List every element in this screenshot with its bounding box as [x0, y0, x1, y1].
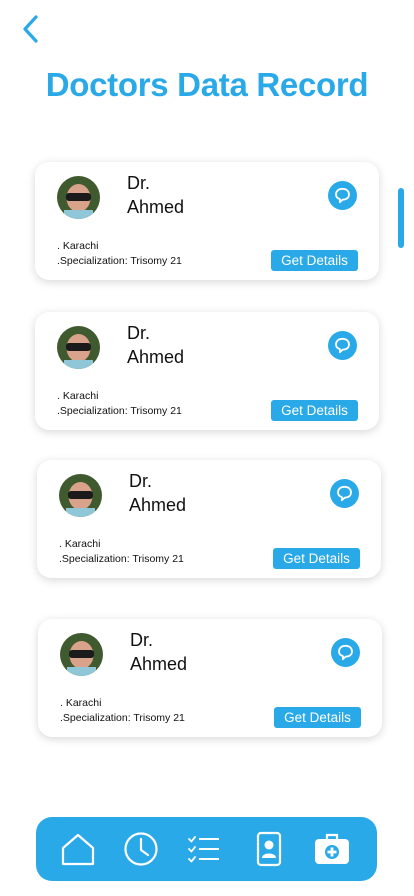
get-details-button[interactable]: Get Details	[273, 548, 360, 569]
get-details-button[interactable]: Get Details	[271, 400, 358, 421]
doctor-title: Dr.	[127, 173, 151, 193]
doctor-avatar	[57, 176, 100, 219]
bottom-nav	[36, 817, 377, 881]
doctor-meta: . Karachi .Specialization: Trisomy 21	[57, 389, 182, 419]
doctor-surname: Ahmed	[127, 197, 185, 217]
nav-medical[interactable]	[314, 831, 350, 867]
doctor-name: Dr. Ahmed	[127, 171, 217, 219]
doctor-specialization: .Specialization: Trisomy 21	[57, 405, 182, 417]
doctor-avatar	[57, 326, 100, 369]
contact-card-icon	[256, 831, 282, 867]
doctor-location: . Karachi	[59, 538, 101, 550]
doctor-location: . Karachi	[60, 697, 102, 709]
doctor-avatar	[60, 633, 103, 676]
page-title: Doctors Data Record	[45, 66, 369, 103]
doctor-card: Dr. Ahmed . Karachi .Specialization: Tri…	[38, 619, 382, 737]
doctor-specialization: .Specialization: Trisomy 21	[59, 553, 184, 565]
doctor-specialization: .Specialization: Trisomy 21	[57, 255, 182, 267]
doctor-name: Dr. Ahmed	[130, 628, 220, 676]
get-details-button[interactable]: Get Details	[274, 707, 361, 728]
doctor-surname: Ahmed	[127, 347, 185, 367]
chat-button[interactable]	[328, 181, 357, 210]
chat-button[interactable]	[328, 331, 357, 360]
doctor-location: . Karachi	[57, 240, 99, 252]
doctor-title: Dr.	[129, 471, 153, 491]
checklist-icon	[188, 836, 219, 863]
doctor-avatar	[59, 474, 102, 517]
chat-button[interactable]	[331, 638, 360, 667]
doctor-location: . Karachi	[57, 390, 99, 402]
doctor-meta: . Karachi .Specialization: Trisomy 21	[57, 239, 182, 269]
back-button[interactable]	[20, 12, 44, 46]
doctor-specialization: .Specialization: Trisomy 21	[60, 712, 185, 724]
doctor-title: Dr.	[130, 630, 154, 650]
home-icon	[61, 833, 95, 866]
nav-contacts[interactable]	[251, 831, 287, 867]
doctor-title: Dr.	[127, 323, 151, 343]
doctor-name: Dr. Ahmed	[129, 469, 219, 517]
chevron-left-icon	[23, 15, 38, 43]
doctor-card: Dr. Ahmed . Karachi .Specialization: Tri…	[35, 312, 379, 430]
nav-home[interactable]	[60, 831, 96, 867]
chat-bubble-icon	[335, 337, 350, 354]
doctor-surname: Ahmed	[130, 654, 188, 674]
doctor-card: Dr. Ahmed . Karachi .Specialization: Tri…	[35, 162, 379, 280]
chat-button[interactable]	[330, 479, 359, 508]
chat-bubble-icon	[338, 644, 353, 661]
chat-bubble-icon	[335, 187, 350, 204]
doctor-meta: . Karachi .Specialization: Trisomy 21	[60, 696, 185, 726]
doctor-meta: . Karachi .Specialization: Trisomy 21	[59, 537, 184, 567]
nav-history[interactable]	[123, 831, 159, 867]
nav-checklist[interactable]	[186, 831, 222, 867]
clock-icon	[124, 832, 158, 866]
doctor-surname: Ahmed	[129, 495, 187, 515]
doctor-card: Dr. Ahmed . Karachi .Specialization: Tri…	[37, 460, 381, 578]
medical-kit-icon	[315, 833, 349, 864]
get-details-button[interactable]: Get Details	[271, 250, 358, 271]
doctor-name: Dr. Ahmed	[127, 321, 217, 369]
chat-bubble-icon	[337, 485, 352, 502]
scrollbar-thumb[interactable]	[398, 188, 404, 248]
